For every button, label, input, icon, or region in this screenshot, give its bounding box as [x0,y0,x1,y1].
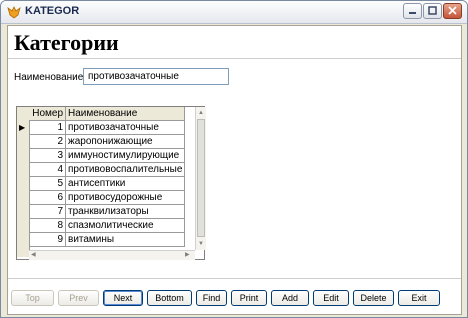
table-row[interactable]: 5 антисептики [29,176,186,191]
cell-name[interactable]: антисептики [65,176,186,191]
close-icon [448,2,457,20]
table-row[interactable]: 1 противозачаточные [29,120,186,135]
cell-name[interactable]: противозачаточные [65,120,186,135]
top-button[interactable]: Top [11,290,54,306]
table-row[interactable]: 9 витамины [29,232,186,247]
vertical-scrollbar[interactable]: ▲ ▼ [195,107,206,250]
scroll-left-icon[interactable]: ◀ [31,251,36,259]
cell-number[interactable]: 9 [29,232,66,247]
table-row[interactable]: 3 иммуностимулирующие [29,148,186,163]
cell-number[interactable]: 5 [29,176,66,191]
prev-button[interactable]: Prev [58,290,99,306]
cell-name[interactable]: транквилизаторы [65,204,186,219]
table-row[interactable]: 8 спазмолитические [29,218,186,233]
find-button[interactable]: Find [196,290,227,306]
table-row[interactable]: 7 транквилизаторы [29,204,186,219]
maximize-icon [428,2,437,20]
window-title: KATEGOR [25,5,80,17]
edit-button[interactable]: Edit [313,290,349,306]
application-window: KATEGOR Категории Наименование ▶ Номер Н… [0,0,468,318]
header-divider [8,58,461,59]
bottom-button[interactable]: Bottom [147,290,192,306]
name-input[interactable] [83,68,229,85]
exit-button[interactable]: Exit [398,290,440,306]
fox-icon [7,5,21,19]
column-header-number[interactable]: Номер [29,107,66,121]
maximize-button[interactable] [423,3,442,19]
scroll-up-icon[interactable]: ▲ [198,109,204,117]
table-header-row: Номер Наименование [29,107,186,121]
cell-number[interactable]: 8 [29,218,66,233]
delete-button[interactable]: Delete [353,290,394,306]
row-pointer-icon: ▶ [19,123,26,132]
horizontal-scrollbar[interactable]: ◀ ▶ [29,250,195,260]
scroll-down-icon[interactable]: ▼ [198,240,204,248]
categories-table: Номер Наименование 1 противозачаточные 2 жа… [29,107,186,247]
cell-name[interactable]: витамины [65,232,186,247]
minimize-button[interactable] [403,3,422,19]
close-button[interactable] [443,3,462,19]
add-button[interactable]: Add [271,290,309,306]
cell-number[interactable]: 3 [29,148,66,163]
title-bar[interactable]: KATEGOR [1,1,467,24]
cell-name[interactable]: противосудорожные [65,190,186,205]
categories-grid[interactable]: ▶ Номер Наименование 1 противозачаточные 2… [16,106,206,260]
form-area: Категории Наименование ▶ Номер Наименова… [7,25,462,315]
cell-name[interactable]: спазмолитические [65,218,186,233]
table-row[interactable]: 6 противосудорожные [29,190,186,205]
scroll-right-icon[interactable]: ▶ [185,251,190,259]
cell-name[interactable]: противовоспалительные [65,162,186,177]
print-button[interactable]: Print [231,290,267,306]
footer-divider [8,278,461,279]
cell-number[interactable]: 4 [29,162,66,177]
cell-number[interactable]: 1 [29,120,66,135]
table-row[interactable]: 4 противовоспалительные [29,162,186,177]
cell-number[interactable]: 6 [29,190,66,205]
cell-name[interactable]: иммуностимулирующие [65,148,186,163]
cell-number[interactable]: 7 [29,204,66,219]
minimize-icon [408,2,417,20]
column-header-name[interactable]: Наименование [65,107,186,121]
cell-name[interactable]: жаропонижающие [65,134,186,149]
vertical-scroll-thumb[interactable] [197,119,205,237]
name-label: Наименование [14,72,84,83]
page-title: Категории [14,30,119,55]
next-button[interactable]: Next [103,290,143,306]
table-row[interactable]: 2 жаропонижающие [29,134,186,149]
cell-number[interactable]: 2 [29,134,66,149]
